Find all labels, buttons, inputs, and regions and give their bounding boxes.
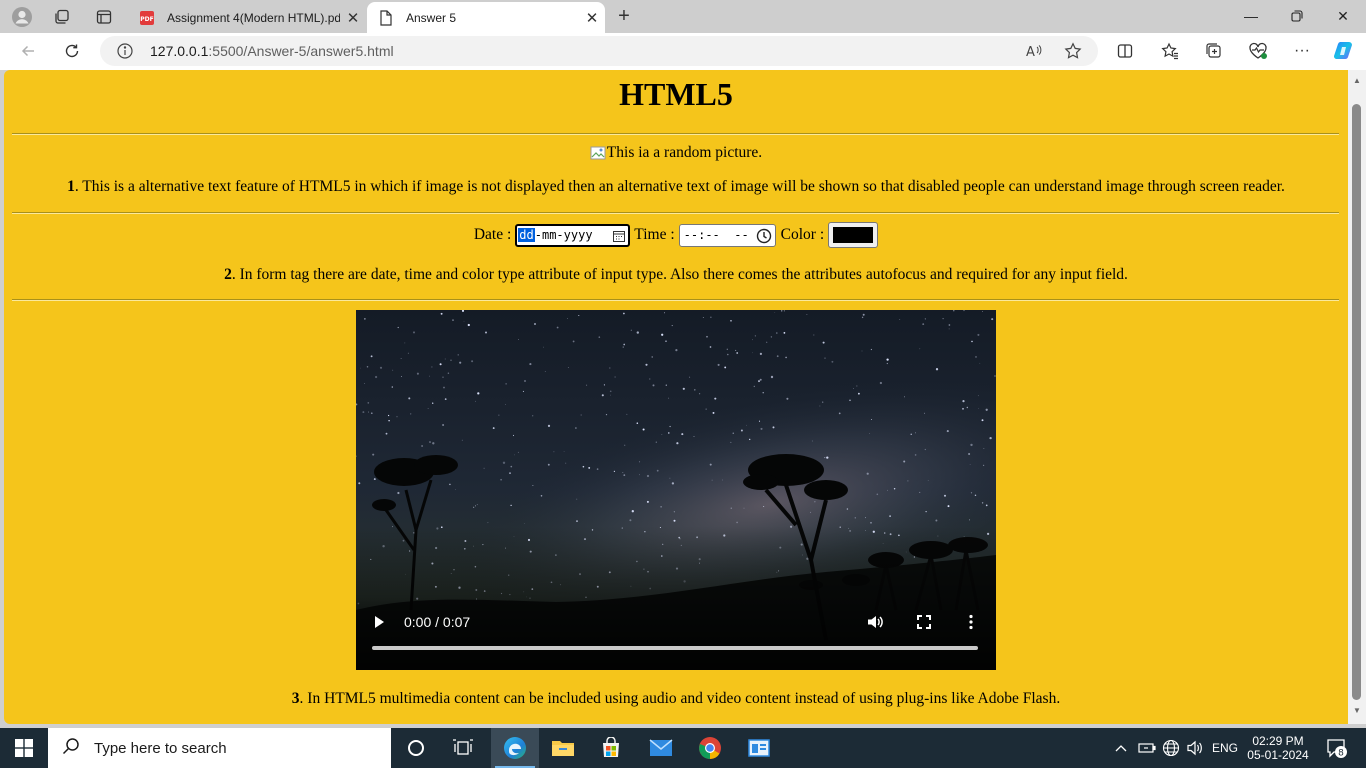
refresh-icon[interactable]	[58, 38, 86, 64]
clock-time: 02:29 PM	[1252, 734, 1304, 748]
point-text: . This is a alternative text feature of …	[74, 178, 1285, 195]
minimize-icon[interactable]: —	[1228, 0, 1274, 32]
point-text: . In form tag there are date, time and c…	[231, 266, 1128, 283]
close-tab-icon[interactable]: ✕	[579, 9, 605, 27]
clock-icon[interactable]	[756, 228, 772, 247]
cortana-icon[interactable]	[394, 728, 438, 768]
language-indicator[interactable]: ENG	[1212, 728, 1238, 768]
browser-toolbar: 127.0.0.1:5500/Answer-5/answer5.html A ·…	[0, 33, 1366, 70]
collections-icon[interactable]	[1200, 38, 1228, 64]
calendar-icon[interactable]	[613, 230, 626, 245]
image-alt-text: This ia a random picture.	[606, 144, 763, 161]
profile-icon[interactable]	[8, 4, 36, 30]
svg-text:A: A	[1026, 45, 1035, 59]
date-label: Date :	[473, 226, 512, 243]
back-icon[interactable]	[14, 38, 42, 64]
time-input[interactable]: --:-- --	[678, 223, 776, 247]
taskbar-search-box[interactable]: Type here to search	[48, 728, 391, 768]
url-text[interactable]: 127.0.0.1:5500/Answer-5/answer5.html	[150, 43, 394, 59]
horizontal-rule	[12, 212, 1339, 214]
form-row: Date : dd -mm-yyyy Time : --:-- -- Color …	[4, 222, 1348, 248]
browser-essentials-icon[interactable]	[1244, 38, 1272, 64]
close-tab-icon[interactable]: ✕	[340, 9, 366, 27]
point-3: 3. In HTML5 multimedia content can be in…	[4, 690, 1348, 708]
color-label: Color :	[780, 226, 825, 243]
show-hidden-icons[interactable]	[1114, 728, 1128, 768]
tab-answer-5[interactable]: Answer 5 ✕	[367, 2, 605, 33]
taskbar: Type here to search ENG 02:29 PM 05-01-2…	[0, 728, 1366, 768]
restore-icon[interactable]	[1274, 0, 1320, 32]
copilot-icon[interactable]	[1330, 38, 1358, 64]
date-rest-segment[interactable]: -mm-yyyy	[535, 228, 593, 242]
speaker-icon[interactable]	[1186, 728, 1204, 768]
tab-actions-icon[interactable]	[90, 4, 118, 30]
scrollbar-thumb[interactable]	[1352, 104, 1361, 700]
mail-icon[interactable]	[639, 728, 683, 768]
tab-strip: PDF Assignment 4(Modern HTML).pd ✕ Answe…	[0, 0, 1366, 33]
color-swatch	[833, 227, 874, 243]
tab-title: Answer 5	[406, 10, 457, 25]
notification-center-icon[interactable]: 8	[1322, 728, 1352, 768]
workspaces-icon[interactable]	[48, 4, 76, 30]
scroll-down-icon[interactable]: ▼	[1352, 706, 1362, 715]
point-number: 2	[224, 266, 232, 283]
new-tab-icon[interactable]: +	[612, 3, 636, 29]
vscode-icon[interactable]	[737, 728, 781, 768]
read-aloud-icon[interactable]: A	[1022, 40, 1046, 62]
search-icon	[62, 737, 80, 760]
pdf-icon: PDF	[139, 10, 155, 26]
document-icon	[378, 9, 394, 26]
clock-date: 05-01-2024	[1247, 748, 1309, 762]
windows-start-icon[interactable]	[0, 728, 48, 768]
date-day-segment[interactable]: dd	[518, 228, 535, 242]
task-view-icon[interactable]	[441, 728, 485, 768]
horizontal-rule	[12, 299, 1339, 301]
time-value[interactable]: --:-- --	[684, 228, 749, 242]
address-bar[interactable]: 127.0.0.1:5500/Answer-5/answer5.html A	[100, 36, 1098, 66]
svg-text:PDF: PDF	[140, 16, 153, 23]
page-heading: HTML5	[619, 76, 733, 112]
broken-image-icon	[590, 145, 606, 161]
point-text: . In HTML5 multimedia content can be inc…	[299, 690, 1061, 707]
date-input[interactable]: dd -mm-yyyy	[515, 223, 631, 247]
video-player[interactable]: 0:00 / 0:07	[356, 310, 996, 670]
notification-count: 8	[1338, 749, 1344, 759]
broken-image: This ia a random picture.	[590, 144, 762, 162]
battery-icon[interactable]	[1138, 728, 1156, 768]
network-globe-icon[interactable]	[1162, 728, 1180, 768]
site-info-icon[interactable]	[116, 42, 134, 60]
microsoft-store-icon[interactable]	[589, 728, 633, 768]
time-label: Time :	[634, 226, 675, 243]
color-picker[interactable]	[828, 222, 879, 248]
file-explorer-icon[interactable]	[541, 728, 585, 768]
favorites-icon[interactable]	[1156, 38, 1184, 64]
tab-title: Assignment 4(Modern HTML).pd	[167, 10, 340, 25]
chrome-icon[interactable]	[688, 728, 732, 768]
clock[interactable]: 02:29 PM 05-01-2024	[1246, 728, 1310, 768]
point-number: 1	[67, 178, 75, 195]
more-options-icon[interactable]: ···	[1288, 38, 1316, 64]
video-time: 0:00 / 0:07	[404, 614, 471, 630]
url-path: :5500/Answer-5/answer5.html	[208, 43, 394, 59]
point-number: 3	[291, 690, 300, 707]
image-alt-line: This ia a random picture.	[4, 144, 1348, 166]
tab-assignment-pdf[interactable]: PDF Assignment 4(Modern HTML).pd ✕	[128, 2, 366, 33]
scroll-up-icon[interactable]: ▲	[1352, 76, 1362, 85]
video-progress-bar[interactable]	[372, 646, 978, 650]
edge-taskbar-icon[interactable]	[491, 728, 539, 768]
point-1: 1. This is a alternative text feature of…	[4, 178, 1348, 196]
page-viewport: HTML5 This ia a random picture. 1. This …	[4, 70, 1348, 724]
search-placeholder: Type here to search	[94, 739, 227, 757]
vertical-scrollbar[interactable]: ▲ ▼	[1348, 70, 1366, 724]
close-window-icon[interactable]: ✕	[1320, 0, 1366, 32]
horizontal-rule	[12, 133, 1339, 135]
favorite-star-icon[interactable]	[1061, 40, 1085, 62]
point-2: 2. In form tag there are date, time and …	[4, 266, 1348, 284]
url-host: 127.0.0.1	[150, 43, 209, 59]
split-screen-icon[interactable]	[1111, 38, 1139, 64]
